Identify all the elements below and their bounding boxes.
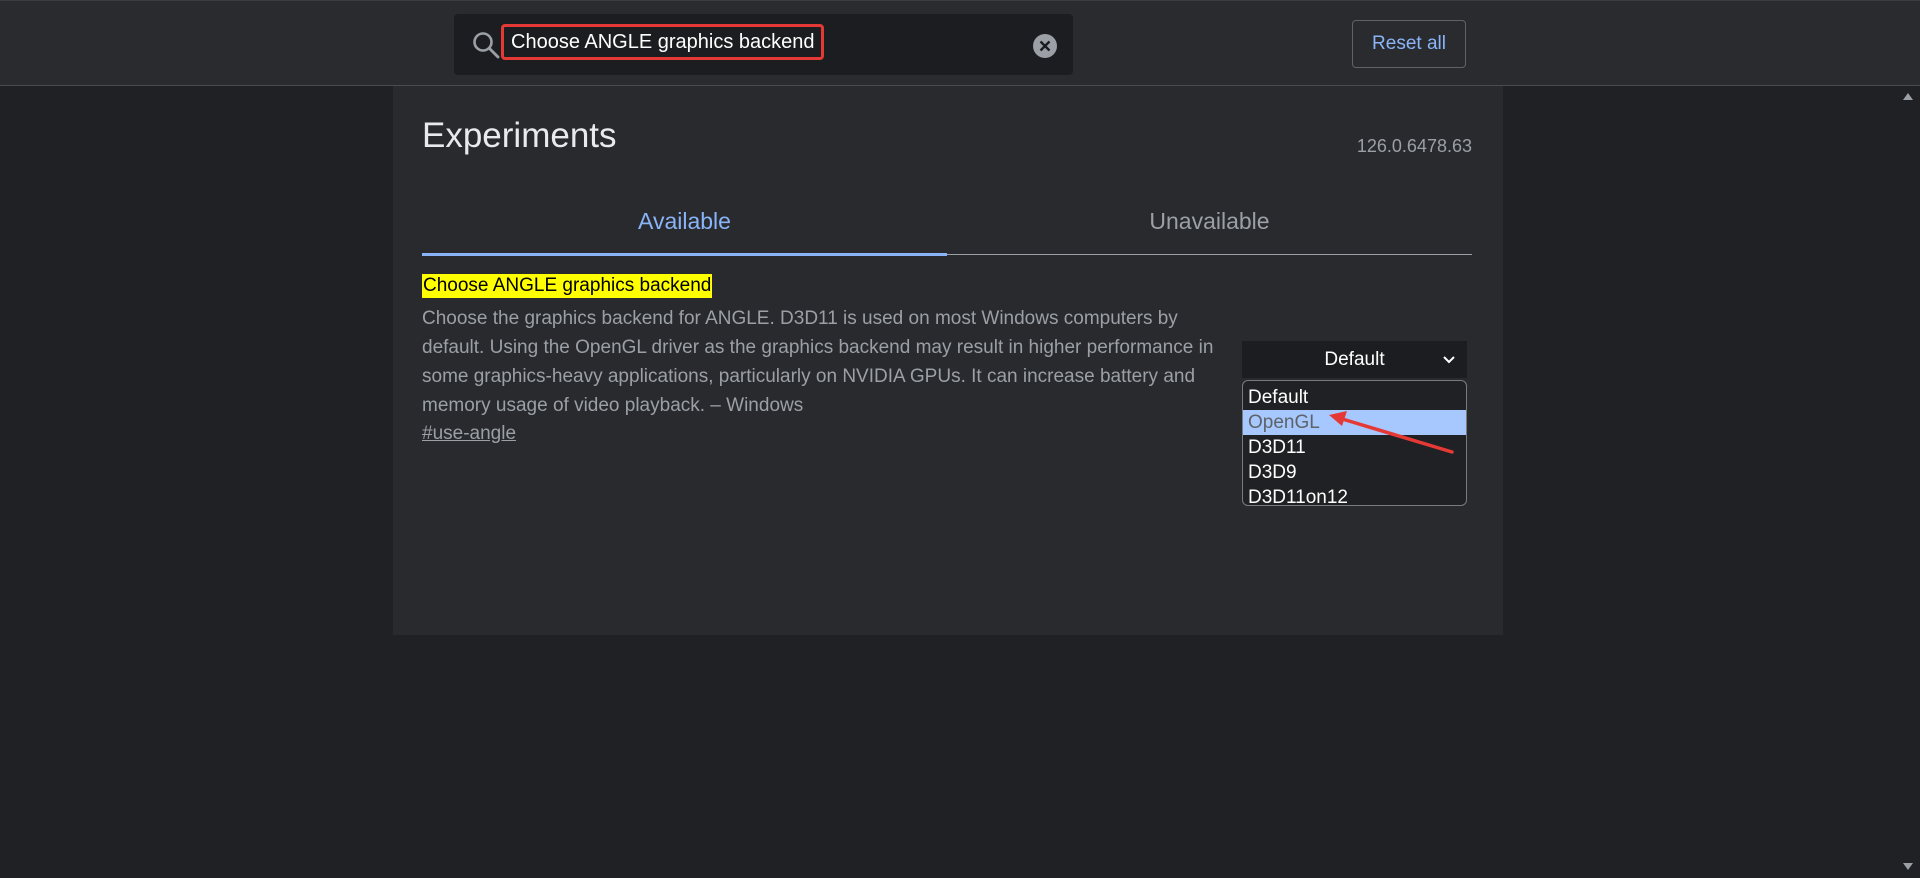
page-title: Experiments [422, 116, 617, 155]
scroll-up-icon[interactable] [1903, 93, 1913, 100]
reset-all-button[interactable]: Reset all [1352, 20, 1466, 68]
option-d3d9[interactable]: D3D9 [1243, 460, 1466, 485]
search-input[interactable] [501, 24, 824, 60]
tab-available[interactable]: Available [422, 189, 947, 255]
flag-link[interactable]: #use-angle [422, 423, 516, 445]
search-icon [473, 32, 500, 59]
chevron-down-icon [1443, 356, 1455, 364]
experiments-card: Experiments 126.0.6478.63 Available Unav… [393, 86, 1503, 635]
option-d3d11on12[interactable]: D3D11on12 [1243, 485, 1466, 510]
flag-title: Choose ANGLE graphics backend [422, 274, 713, 298]
flag-select[interactable]: Default [1242, 341, 1467, 378]
tab-unavailable[interactable]: Unavailable [947, 189, 1472, 255]
flag-description: Choose the graphics backend for ANGLE. D… [422, 308, 1214, 416]
version-label: 126.0.6478.63 [1356, 136, 1472, 156]
scroll-down-icon[interactable] [1903, 863, 1913, 870]
search-box[interactable] [454, 14, 1073, 75]
scrollbar[interactable] [1896, 86, 1920, 878]
close-icon[interactable] [1032, 33, 1058, 59]
tabs: Available Unavailable [422, 189, 1472, 255]
annotation-arrow [1329, 411, 1454, 454]
tab-active-indicator [422, 253, 947, 256]
select-value: Default [1324, 349, 1385, 370]
top-bar: Reset all [0, 0, 1920, 86]
